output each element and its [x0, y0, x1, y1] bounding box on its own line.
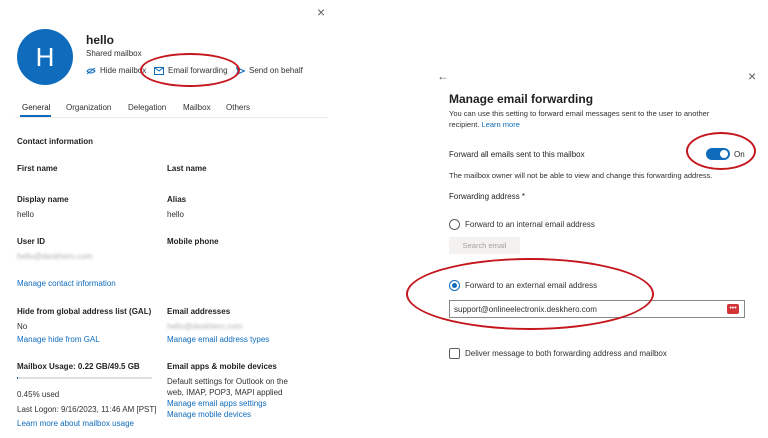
tab-mailbox[interactable]: Mailbox	[183, 103, 211, 112]
manage-email-apps-link[interactable]: Manage email apps settings	[167, 399, 267, 408]
external-email-field[interactable]: support@onlineelectronix.deskhero.com ••…	[449, 300, 745, 318]
external-option-label: Forward to an external email address	[465, 281, 598, 290]
email-addresses-label: Email addresses	[167, 307, 231, 316]
send-icon	[236, 66, 245, 75]
display-name-value: hello	[17, 210, 34, 219]
mailbox-usage-label: Mailbox Usage: 0.22 GB/49.5 GB	[17, 362, 140, 371]
external-radio[interactable]	[449, 280, 460, 291]
email-forwarding-label: Email forwarding	[168, 66, 228, 75]
tab-organization[interactable]: Organization	[66, 103, 111, 112]
search-email-button[interactable]: Search email	[449, 237, 520, 254]
panel-title: Manage email forwarding	[449, 92, 594, 106]
email-addresses-value: hello@deskhero.com	[167, 322, 243, 331]
email-apps-label: Email apps & mobile devices	[167, 362, 277, 371]
mailbox-usage-link[interactable]: Learn more about mailbox usage	[17, 419, 134, 428]
external-email-value: support@onlineelectronix.deskhero.com	[454, 305, 597, 314]
deliver-both-label: Deliver message to both forwarding addre…	[465, 349, 667, 358]
alias-value: hello	[167, 210, 184, 219]
last-name-label: Last name	[167, 164, 207, 173]
gal-value: No	[17, 322, 28, 331]
manage-gal-link[interactable]: Manage hide from GAL	[17, 335, 100, 344]
hide-mailbox-label: Hide mailbox	[100, 66, 147, 75]
tab-general[interactable]: General	[22, 103, 50, 112]
panel-description-tail: recipient.	[449, 120, 480, 129]
learn-more-link[interactable]: Learn more	[482, 120, 520, 129]
gal-label: Hide from global address list (GAL)	[17, 307, 152, 316]
forward-toggle[interactable]	[706, 148, 730, 160]
email-apps-desc-1: Default settings for Outlook on the	[167, 377, 288, 386]
internal-radio[interactable]	[449, 219, 460, 230]
close-icon[interactable]: ×	[748, 68, 756, 84]
email-apps-desc-2: web, IMAP, POP3, MAPI applied	[167, 388, 283, 397]
avatar-letter: H	[35, 41, 55, 72]
manage-email-types-link[interactable]: Manage email address types	[167, 335, 269, 344]
manage-contact-link[interactable]: Manage contact information	[17, 279, 116, 288]
hide-mailbox-button[interactable]: Hide mailbox	[86, 66, 146, 75]
internal-option-label: Forward to an internal email address	[465, 220, 595, 229]
usage-bar-track	[17, 377, 152, 379]
mobile-phone-label: Mobile phone	[167, 237, 219, 246]
owner-note: The mailbox owner will not be able to vi…	[449, 171, 713, 180]
usage-bar-fill	[17, 377, 18, 379]
usage-percent: 0.45% used	[17, 390, 60, 399]
send-on-behalf-button[interactable]: Send on behalf	[236, 66, 303, 75]
eye-off-icon	[86, 67, 96, 74]
email-forwarding-button[interactable]: Email forwarding	[154, 66, 228, 75]
mail-forward-icon	[154, 66, 164, 75]
deliver-both-checkbox[interactable]	[449, 348, 460, 359]
user-id-label: User ID	[17, 237, 46, 246]
display-name-label: Display name	[17, 195, 69, 204]
forwarding-address-label: Forwarding address *	[449, 192, 526, 201]
forward-all-label: Forward all emails sent to this mailbox	[449, 150, 585, 159]
avatar: H	[17, 29, 73, 85]
panel-description: You can use this setting to forward emai…	[449, 109, 710, 118]
last-logon: Last Logon: 9/16/2023, 11:46 AM [PST]	[17, 405, 157, 414]
user-id-value: hello@deskhero.com	[17, 252, 93, 261]
back-arrow-icon[interactable]: ←	[437, 69, 449, 83]
tab-delegation[interactable]: Delegation	[128, 103, 166, 112]
tabs-divider	[15, 117, 328, 118]
manage-mobile-devices-link[interactable]: Manage mobile devices	[167, 410, 251, 419]
mailbox-type: Shared mailbox	[86, 49, 142, 58]
alias-label: Alias	[167, 195, 187, 204]
toggle-knob	[720, 150, 728, 158]
tab-others[interactable]: Others	[226, 103, 250, 112]
annotation-ellipse-external	[406, 258, 654, 330]
first-name-label: First name	[17, 164, 58, 173]
close-icon[interactable]: ×	[317, 4, 325, 20]
send-on-behalf-label: Send on behalf	[249, 66, 303, 75]
password-manager-icon[interactable]: •••	[727, 304, 739, 314]
search-email-label: Search email	[462, 241, 507, 250]
toggle-state: On	[734, 150, 745, 159]
contact-info-header: Contact information	[17, 137, 93, 146]
mailbox-name: hello	[86, 33, 115, 47]
panel-description-line2: recipient. Learn more	[449, 120, 520, 129]
